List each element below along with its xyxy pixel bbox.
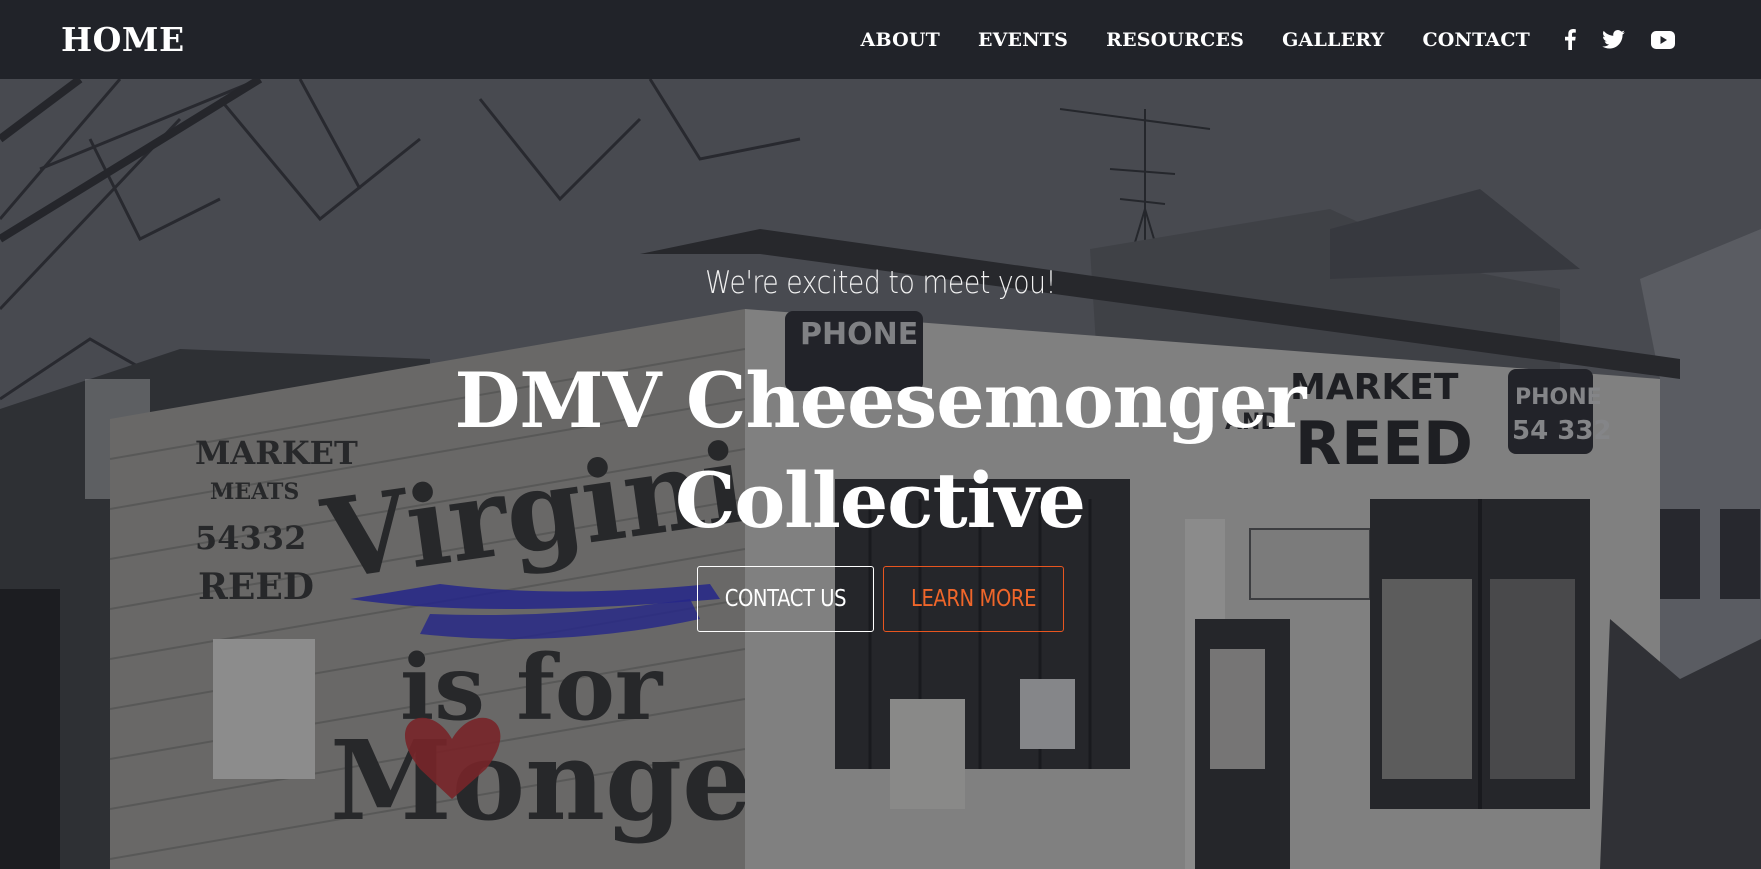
youtube-icon[interactable] bbox=[1651, 30, 1675, 49]
nav-links: ABOUT EVENTS RESOURCES GALLERY CONTACT bbox=[861, 29, 1530, 51]
learn-more-button[interactable]: LEARN MORE bbox=[883, 566, 1064, 632]
facebook-icon[interactable] bbox=[1564, 29, 1576, 50]
hero-title-line2: Collective bbox=[674, 456, 1086, 545]
twitter-icon[interactable] bbox=[1602, 30, 1625, 49]
hero-title: DMV Cheesemonger Collective bbox=[380, 351, 1380, 551]
hero-content: We're excited to meet you! DMV Cheesemon… bbox=[0, 79, 1761, 869]
nav-link-contact[interactable]: CONTACT bbox=[1422, 29, 1530, 51]
contact-us-label: CONTACT US bbox=[724, 586, 847, 612]
nav-link-resources[interactable]: RESOURCES bbox=[1106, 29, 1244, 51]
contact-us-button[interactable]: CONTACT US bbox=[697, 566, 874, 632]
hero-title-line1: DMV Cheesemonger bbox=[454, 356, 1307, 445]
learn-more-label: LEARN MORE bbox=[910, 586, 1036, 612]
nav-link-gallery[interactable]: GALLERY bbox=[1282, 29, 1384, 51]
home-link[interactable]: HOME bbox=[61, 20, 185, 59]
social-links bbox=[1564, 29, 1675, 50]
hero-tagline: We're excited to meet you! bbox=[705, 265, 1056, 301]
hero-actions: CONTACT US LEARN MORE bbox=[0, 566, 1761, 632]
nav-link-about[interactable]: ABOUT bbox=[861, 29, 940, 51]
nav-right: ABOUT EVENTS RESOURCES GALLERY CONTACT bbox=[861, 29, 1675, 51]
top-navbar: HOME ABOUT EVENTS RESOURCES GALLERY CONT… bbox=[0, 0, 1761, 79]
nav-link-events[interactable]: EVENTS bbox=[978, 29, 1068, 51]
hero-section: Virginia is for Mongers MARKET MEATS 543… bbox=[0, 79, 1761, 869]
